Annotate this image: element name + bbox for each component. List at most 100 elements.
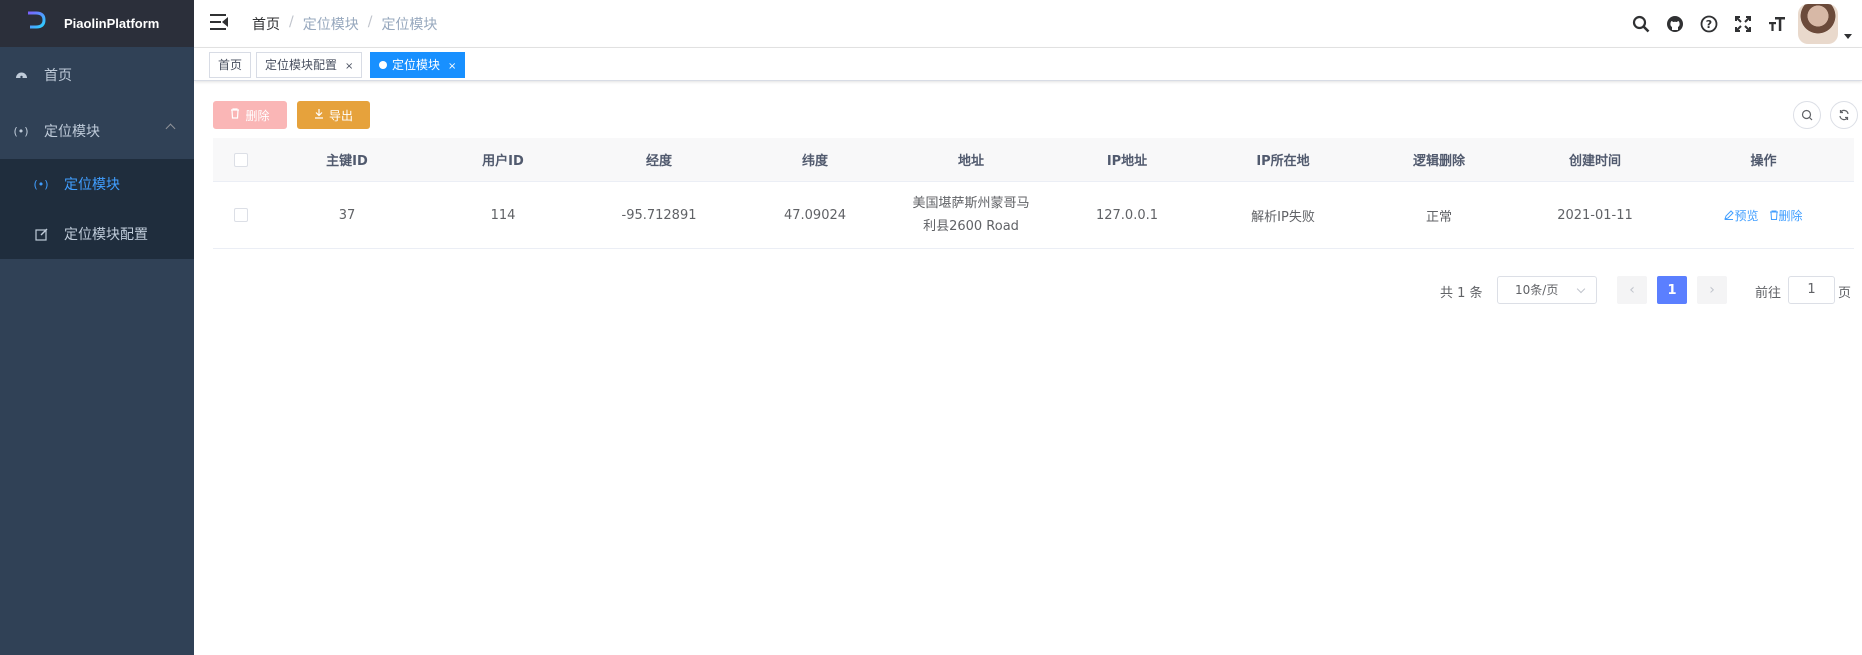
address-line: 美国堪萨斯州蒙哥马 [912,196,1030,211]
breadcrumb-separator: / [289,14,294,30]
breadcrumb-item[interactable]: 首页 [252,14,280,34]
sidebar-item-label: 定位模块 [64,177,120,193]
broadcast-icon: (•) [13,124,29,138]
breadcrumb-item: 定位模块 [302,17,359,33]
app-title: PiaolinPlatform [64,16,160,31]
column-header[interactable]: IP地址 [1049,150,1205,169]
close-icon[interactable]: × [345,61,353,72]
caret-down-icon[interactable] [1844,33,1852,39]
trash-icon [1769,210,1778,220]
cell-latitude: 47.09024 [783,207,847,223]
broadcast-icon: (•) [33,177,49,191]
fullscreen-icon[interactable] [1726,0,1760,48]
cell-ip-location: 解析IP失败 [1251,209,1315,225]
trash-icon [230,108,240,122]
cell-logic-delete: 正常 [1425,209,1452,225]
select-all-checkbox[interactable] [234,152,248,167]
font-size-icon[interactable] [1760,0,1794,48]
refresh-button[interactable] [1830,101,1858,129]
chevron-left-icon: ‹ [1629,282,1635,298]
help-icon[interactable]: ? [1692,0,1726,48]
search-icon [1801,109,1813,121]
sidebar-item-home[interactable]: 首页 [0,47,194,103]
column-header[interactable]: 逻辑删除 [1361,150,1517,169]
tag-location-config[interactable]: 定位模块配置 × [256,52,363,78]
goto-suffix: 页 [1838,286,1852,301]
breadcrumb: 首页 / 定位模块 / 定位模块 [252,14,437,34]
column-header[interactable]: 创建时间 [1517,150,1673,169]
sidebar-submenu-location[interactable]: (•) 定位模块 [0,103,194,159]
tag-home[interactable]: 首页 [209,52,252,78]
tag-label: 定位模块配置 [265,58,338,72]
breadcrumb-separator: / [367,14,373,30]
delete-label: 删除 [1778,208,1803,223]
export-label: 导出 [328,108,353,123]
page-size-value: 10条/页 [1515,283,1559,297]
column-header[interactable]: IP所在地 [1205,150,1361,169]
next-page-button[interactable]: › [1697,276,1727,304]
sidebar: PiaolinPlatform 首页 (•) 定位模块 (•) 定位模块 定位模… [0,0,194,655]
table-header: 主键ID 用户ID 经度 纬度 地址 IP地址 IP所在地 逻辑删除 创建时间 … [213,138,1854,182]
tag-label: 定位模块 [392,58,441,72]
preview-link[interactable]: 预览 [1724,207,1759,224]
edit-icon [34,227,48,241]
export-button[interactable]: 导出 [297,101,370,129]
avatar[interactable] [1798,4,1838,44]
logo-icon [26,11,46,36]
cell-operations: 预览 删除 [1673,207,1854,224]
cell-created: 2021-01-11 [1557,207,1633,223]
table-row[interactable]: 37 114 -95.712891 47.09024 美国堪萨斯州蒙哥马 利县2… [213,182,1854,249]
delete-button[interactable]: 删除 [213,101,287,129]
prev-page-button[interactable]: ‹ [1617,276,1647,304]
dashboard-icon [14,68,28,82]
column-header: 操作 [1750,154,1777,169]
column-header[interactable]: 经度 [581,150,737,169]
sidebar-item-label: 定位模块配置 [64,227,148,243]
sidebar-item-location[interactable]: (•) 定位模块 [0,159,194,209]
column-header[interactable]: 主键ID [269,150,425,169]
cell-id: 37 [338,207,356,223]
cell-longitude: -95.712891 [621,207,697,223]
tag-location[interactable]: 定位模块 × [370,52,466,78]
svg-text:?: ? [1706,18,1712,31]
chevron-right-icon: › [1709,282,1715,298]
column-header[interactable]: 地址 [893,150,1049,169]
edit-icon [1724,209,1735,220]
column-header[interactable]: 用户ID [425,150,581,169]
sidebar-item-label: 定位模块 [44,124,100,140]
pagination-total: 共 1 条 [1440,286,1483,301]
hamburger-icon[interactable] [210,14,228,30]
preview-label: 预览 [1734,208,1759,223]
row-checkbox[interactable] [234,208,248,222]
address-line: 利县2600 Road [923,219,1019,234]
tags-view: 首页 定位模块配置 × 定位模块 × [194,48,1862,81]
search-toggle-button[interactable] [1793,101,1821,129]
navbar-right-menu: ? [1624,0,1862,48]
chevron-up-icon [165,123,176,134]
page-number[interactable]: 1 [1657,276,1687,304]
sidebar-submenu: (•) 定位模块 定位模块配置 [0,159,194,259]
row-delete-link[interactable]: 删除 [1769,207,1803,224]
goto-page-input[interactable]: 1 [1788,276,1835,304]
sidebar-item-label: 首页 [44,68,72,84]
breadcrumb-item: 定位模块 [381,17,438,33]
app-root: PiaolinPlatform 首页 (•) 定位模块 (•) 定位模块 定位模… [0,0,1862,655]
github-icon[interactable] [1658,0,1692,48]
logo-area[interactable]: PiaolinPlatform [0,0,194,47]
close-icon[interactable]: × [448,61,456,72]
page-size-select[interactable]: 10条/页 [1497,276,1597,304]
delete-label: 删除 [245,108,270,123]
navbar: 首页 / 定位模块 / 定位模块 ? [194,0,1862,48]
cell-address: 美国堪萨斯州蒙哥马 利县2600 Road [893,192,1049,238]
active-dot-icon [379,61,387,69]
sidebar-item-location-config[interactable]: 定位模块配置 [0,209,194,259]
refresh-icon [1839,109,1849,121]
column-header[interactable]: 纬度 [737,150,893,169]
download-icon [314,108,324,122]
goto-label: 前往 [1755,286,1782,301]
search-icon[interactable] [1624,0,1658,48]
tag-label: 首页 [218,58,243,72]
select-all-cell [213,152,269,167]
cell-ip: 127.0.0.1 [1095,207,1159,223]
chevron-down-icon [1576,284,1586,294]
